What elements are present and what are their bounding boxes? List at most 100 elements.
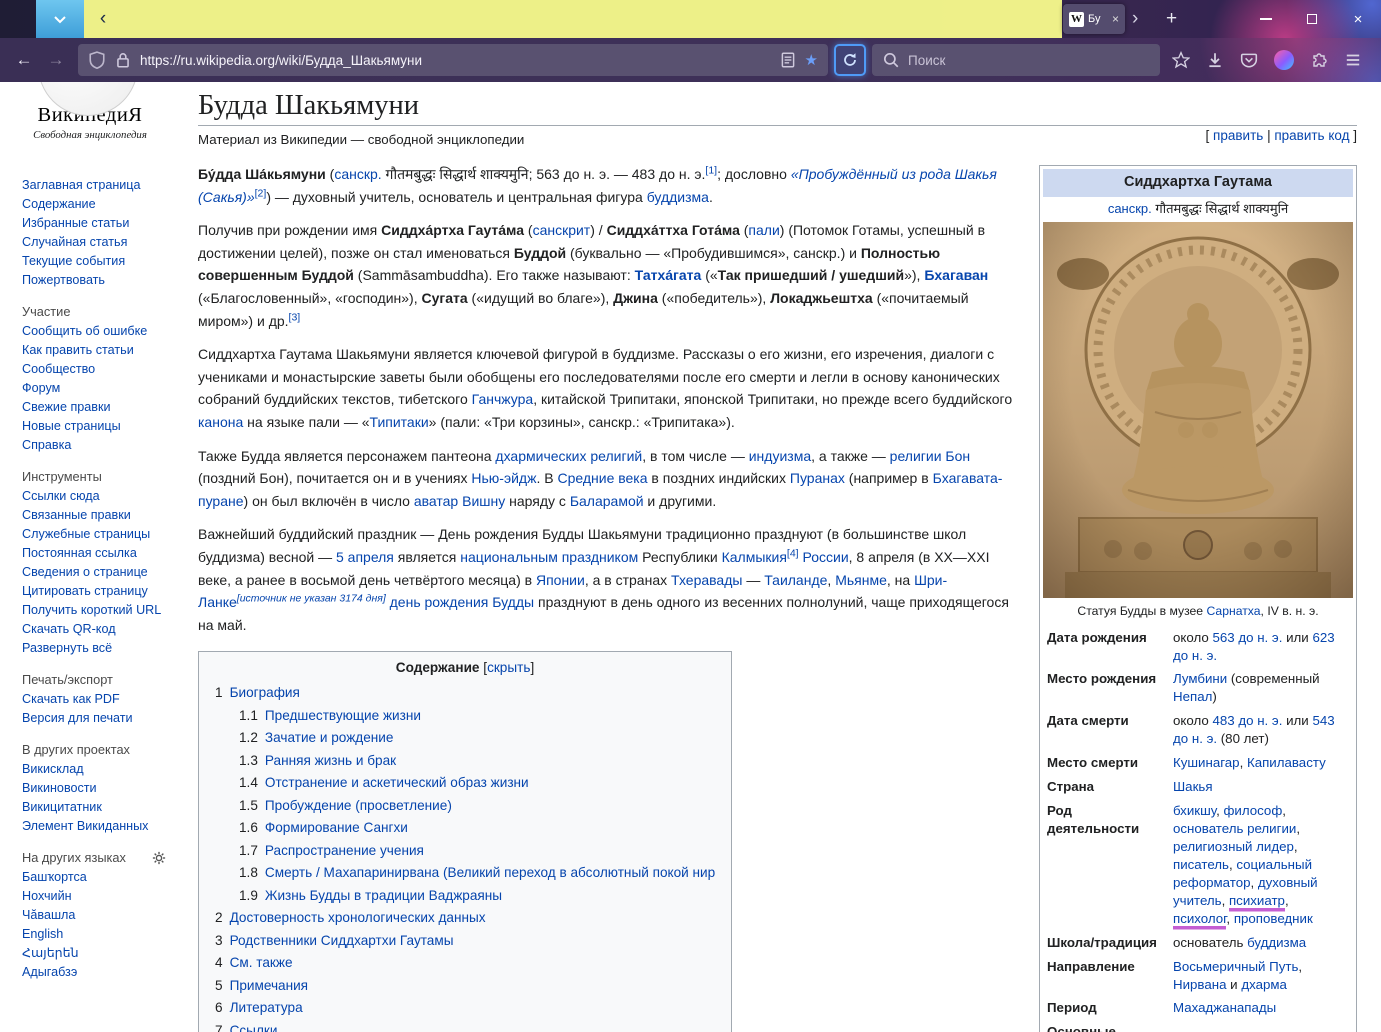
- scroll-tabs-right-icon[interactable]: ›: [1132, 0, 1138, 38]
- text-link[interactable]: 483 до н. э.: [1212, 713, 1282, 728]
- sidebar-link[interactable]: Викисклад: [22, 762, 84, 776]
- text-link[interactable]: 5 апреля: [336, 549, 394, 565]
- toc-item[interactable]: 3Родственники Сиддхартхи Гаутамы: [215, 930, 715, 953]
- text-link[interactable]: Капилавасту: [1247, 755, 1326, 770]
- sidebar-link[interactable]: Содержание: [22, 197, 96, 211]
- text-link[interactable]: Тхеравады: [671, 572, 742, 588]
- annotated-occupation-link[interactable]: психиатр: [1229, 893, 1285, 908]
- toc-link[interactable]: См. также: [230, 955, 293, 970]
- text-link[interactable]: Непал: [1173, 689, 1212, 704]
- toc-link[interactable]: Предшествующие жизни: [265, 708, 421, 723]
- bookmark-star-icon[interactable]: ★: [805, 51, 818, 69]
- toc-item[interactable]: 6Литература: [215, 997, 715, 1020]
- sidebar-link[interactable]: Сообщество: [22, 362, 95, 376]
- text-link[interactable]: 563 до н. э.: [1212, 630, 1282, 645]
- toc-item[interactable]: 4См. также: [215, 952, 715, 975]
- sidebar-link[interactable]: Сведения о странице: [22, 565, 148, 579]
- text-link[interactable]: писатель: [1173, 857, 1229, 872]
- text-link[interactable]: Нью-эйдж: [471, 470, 536, 486]
- sidebar-link[interactable]: Հայերեն: [22, 946, 79, 960]
- text-link[interactable]: Шакья: [1173, 779, 1213, 794]
- sidebar-link[interactable]: Случайная статья: [22, 235, 127, 249]
- toc-item[interactable]: 7Ссылки: [215, 1020, 715, 1032]
- menu-icon[interactable]: [1344, 51, 1362, 69]
- text-link[interactable]: Баларамой: [570, 493, 644, 509]
- new-tab-button[interactable]: +: [1166, 0, 1177, 38]
- text-link[interactable]: санскр.: [1108, 201, 1152, 216]
- toc-link[interactable]: Отстранение и аскетический образ жизни: [265, 775, 529, 790]
- text-link[interactable]: Средние века: [557, 470, 647, 486]
- text-link[interactable]: дхармических религий: [495, 448, 642, 464]
- tab-close-icon[interactable]: ×: [1112, 12, 1119, 26]
- sidebar-link[interactable]: Цитировать страницу: [22, 584, 148, 598]
- toc-link[interactable]: Распространение учения: [265, 843, 424, 858]
- sidebar-link[interactable]: Избранные статьи: [22, 216, 129, 230]
- toc-link[interactable]: Жизнь Будды в традиции Ваджраяны: [265, 888, 502, 903]
- sidebar-link[interactable]: Скачать QR-код: [22, 622, 116, 636]
- scroll-tabs-left-icon[interactable]: ‹: [94, 0, 112, 38]
- text-link[interactable]: буддизма: [1247, 935, 1306, 950]
- sidebar-link[interactable]: Справка: [22, 438, 71, 452]
- text-link[interactable]: России: [803, 549, 849, 565]
- text-link[interactable]: религиозный лидер: [1173, 839, 1294, 854]
- text-link[interactable]: Сарнатха: [1206, 604, 1260, 618]
- gear-icon[interactable]: [152, 851, 166, 865]
- sidebar-link[interactable]: Развернуть всё: [22, 641, 112, 655]
- text-link[interactable]: бхикшу: [1173, 803, 1216, 818]
- window-minimize-button[interactable]: [1243, 0, 1289, 38]
- text-link[interactable]: Татха́гата: [635, 267, 702, 283]
- text-link[interactable]: Калмыкия: [722, 549, 787, 565]
- text-link[interactable]: править код: [1274, 128, 1349, 143]
- text-link[interactable]: Восьмеричный Путь: [1173, 959, 1298, 974]
- text-link[interactable]: [4]: [787, 547, 799, 559]
- text-link[interactable]: пали: [748, 222, 779, 238]
- text-link[interactable]: Типитаки: [370, 414, 429, 430]
- text-link[interactable]: Пуранах: [790, 470, 845, 486]
- list-all-tabs-button[interactable]: [36, 0, 84, 38]
- sidebar-link[interactable]: Постоянная ссылка: [22, 546, 137, 560]
- toc-link[interactable]: Родственники Сиддхартхи Гаутамы: [230, 933, 454, 948]
- sidebar-link[interactable]: Башҡортса: [22, 870, 87, 884]
- sidebar-link[interactable]: Ссылки сюда: [22, 489, 100, 503]
- text-link[interactable]: [1]: [705, 164, 717, 176]
- text-link[interactable]: индуизма: [749, 448, 811, 464]
- text-link[interactable]: проповедник: [1234, 911, 1313, 926]
- text-link[interactable]: скрыть: [487, 660, 530, 675]
- toc-link[interactable]: Достоверность хронологических данных: [230, 910, 486, 925]
- buddha-statue-image[interactable]: [1043, 222, 1353, 598]
- text-link[interactable]: Таиланде: [764, 572, 827, 588]
- toc-item[interactable]: 1.1Предшествующие жизни: [215, 705, 715, 728]
- text-link[interactable]: национальным праздником: [460, 549, 638, 565]
- toc-link[interactable]: Биография: [230, 685, 300, 700]
- toc-item[interactable]: 1Биография: [215, 682, 715, 705]
- back-button[interactable]: ←: [9, 45, 39, 75]
- toc-item[interactable]: 1.6Формирование Сангхи: [215, 817, 715, 840]
- url-text[interactable]: https://ru.wikipedia.org/wiki/Будда_Шакь…: [140, 53, 771, 68]
- wikipedia-logo[interactable]: ВикипедиЯ Свободная энциклопедия: [22, 104, 170, 170]
- text-link[interactable]: [источник не указан 3174 дня]: [237, 592, 386, 604]
- text-link[interactable]: буддизма: [647, 189, 709, 205]
- active-tab[interactable]: W Бу ×: [1063, 4, 1125, 34]
- text-link[interactable]: Лумбини: [1173, 671, 1227, 686]
- text-link[interactable]: день рождения Будды: [390, 594, 534, 610]
- pocket-icon[interactable]: [1240, 51, 1258, 69]
- text-link[interactable]: [3]: [289, 311, 301, 323]
- text-link[interactable]: канона: [198, 414, 243, 430]
- forward-button[interactable]: →: [41, 45, 71, 75]
- search-bar[interactable]: Поиск: [872, 44, 1160, 76]
- sidebar-link[interactable]: Чӑвашла: [22, 908, 75, 922]
- sidebar-link[interactable]: Получить короткий URL: [22, 603, 161, 617]
- text-link[interactable]: основатель религии: [1173, 821, 1296, 836]
- toc-item[interactable]: 1.8Смерть / Махапаринирвана (Великий пер…: [215, 862, 715, 885]
- bookmarks-icon[interactable]: [1172, 51, 1190, 69]
- refresh-button[interactable]: [834, 44, 866, 76]
- toc-link[interactable]: Смерть / Махапаринирвана (Великий перехо…: [265, 865, 715, 880]
- window-close-button[interactable]: ×: [1335, 0, 1381, 38]
- tracking-shield-icon[interactable]: [88, 51, 106, 69]
- text-link[interactable]: править: [1213, 128, 1263, 143]
- sidebar-link[interactable]: Викицитатник: [22, 800, 102, 814]
- annotated-occupation-link[interactable]: психолог: [1173, 911, 1226, 926]
- sidebar-link[interactable]: Как править статьи: [22, 343, 134, 357]
- text-link[interactable]: санскр.: [334, 166, 381, 182]
- sidebar-link[interactable]: Форум: [22, 381, 60, 395]
